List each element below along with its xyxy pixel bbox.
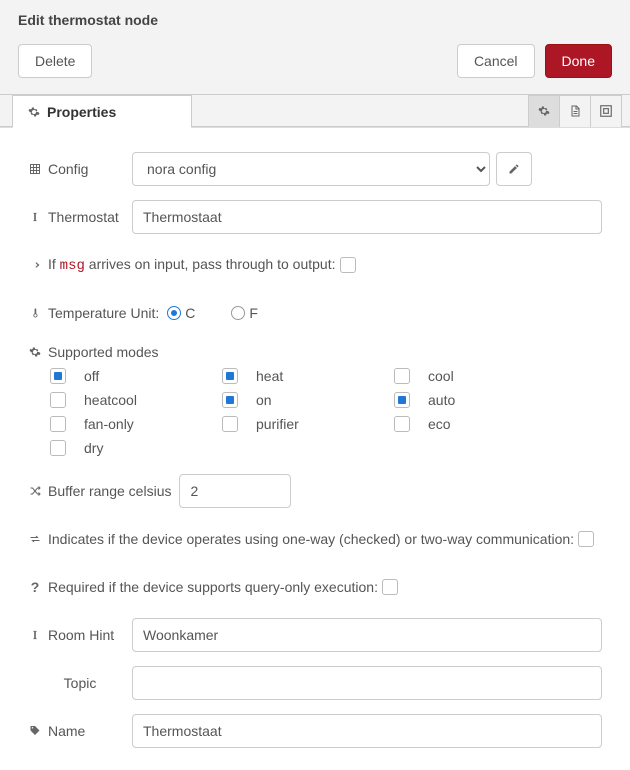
mode-dry: dry [46,440,206,456]
arrow-right-icon [28,259,42,271]
mode-on-checkbox[interactable] [222,392,238,408]
bounding-box-icon [599,104,613,118]
oneway-checkbox[interactable] [578,531,594,547]
mode-fan-only-checkbox[interactable] [50,416,66,432]
arrows-h-icon [28,533,42,545]
thermometer-icon [28,306,42,320]
tab-appearance-icon-button[interactable] [590,95,622,127]
tab-label: Properties [47,104,116,120]
text-cursor-icon [28,628,42,642]
temp-unit-f-radio[interactable] [231,306,245,320]
document-icon [568,104,582,118]
mode-heat: heat [218,368,378,384]
grid-icon [28,163,42,175]
gear-icon [537,105,551,117]
mode-cool: cool [390,368,550,384]
edit-config-button[interactable] [496,152,532,186]
tab-settings-icon-button[interactable] [528,95,560,127]
mode-auto-label: auto [428,392,455,408]
mode-fan-only: fan-only [46,416,206,432]
pencil-icon [507,163,521,175]
queryonly-label: Required if the device supports query-on… [48,579,378,595]
mode-heatcool-checkbox[interactable] [50,392,66,408]
topic-input[interactable] [132,666,602,700]
supported-modes-label: Supported modes [28,344,602,360]
modes-grid: offheatcoolheatcoolonautofan-onlypurifie… [46,368,602,456]
mode-off-label: off [84,368,99,384]
action-bar: Delete Cancel Done [0,36,630,95]
mode-dry-checkbox[interactable] [50,440,66,456]
roomhint-label: Room Hint [28,627,132,643]
mode-heatcool: heatcool [46,392,206,408]
question-icon: ? [28,579,42,595]
mode-fan-only-label: fan-only [84,416,134,432]
gear-icon [27,106,41,118]
buffer-range-input[interactable] [179,474,291,508]
mode-off-checkbox[interactable] [50,368,66,384]
mode-off: off [46,368,206,384]
delete-button[interactable]: Delete [18,44,92,78]
text-cursor-icon [28,210,42,224]
thermostat-input[interactable] [132,200,602,234]
temp-unit-c-label: C [185,305,195,321]
tab-doc-icon-button[interactable] [559,95,591,127]
config-label: Config [28,161,132,177]
queryonly-checkbox[interactable] [382,579,398,595]
mode-eco-label: eco [428,416,451,432]
mode-eco-checkbox[interactable] [394,416,410,432]
mode-auto-checkbox[interactable] [394,392,410,408]
topic-label: Topic [28,675,132,691]
mode-cool-label: cool [428,368,454,384]
name-input[interactable] [132,714,602,748]
mode-heatcool-label: heatcool [84,392,137,408]
shuffle-icon [28,485,42,497]
mode-purifier-label: purifier [256,416,299,432]
tab-properties[interactable]: Properties [12,95,192,128]
passthrough-checkbox[interactable] [340,257,356,273]
cancel-button[interactable]: Cancel [457,44,535,78]
mode-eco: eco [390,416,550,432]
temp-unit-c-radio[interactable] [167,306,181,320]
oneway-label: Indicates if the device operates using o… [48,531,574,547]
roomhint-input[interactable] [132,618,602,652]
gear-icon [28,346,42,358]
name-label: Name [28,723,132,739]
done-button[interactable]: Done [545,44,612,78]
dialog-title: Edit thermostat node [0,0,630,36]
tab-bar: Properties [0,95,630,127]
mode-cool-checkbox[interactable] [394,368,410,384]
mode-heat-checkbox[interactable] [222,368,238,384]
buffer-range-label: Buffer range celsius [48,483,171,499]
config-select[interactable]: nora config [132,152,490,186]
mode-on: on [218,392,378,408]
thermostat-label: Thermostat [28,209,132,225]
mode-dry-label: dry [84,440,103,456]
mode-purifier: purifier [218,416,378,432]
tag-icon [28,725,42,737]
temperature-unit-label: Temperature Unit: [48,305,159,321]
temp-unit-f-label: F [249,305,258,321]
mode-purifier-checkbox[interactable] [222,416,238,432]
mode-auto: auto [390,392,550,408]
passthrough-label: If msg arrives on input, pass through to… [48,256,336,274]
properties-form: Config nora config Thermostat [0,128,630,770]
mode-heat-label: heat [256,368,283,384]
mode-on-label: on [256,392,272,408]
